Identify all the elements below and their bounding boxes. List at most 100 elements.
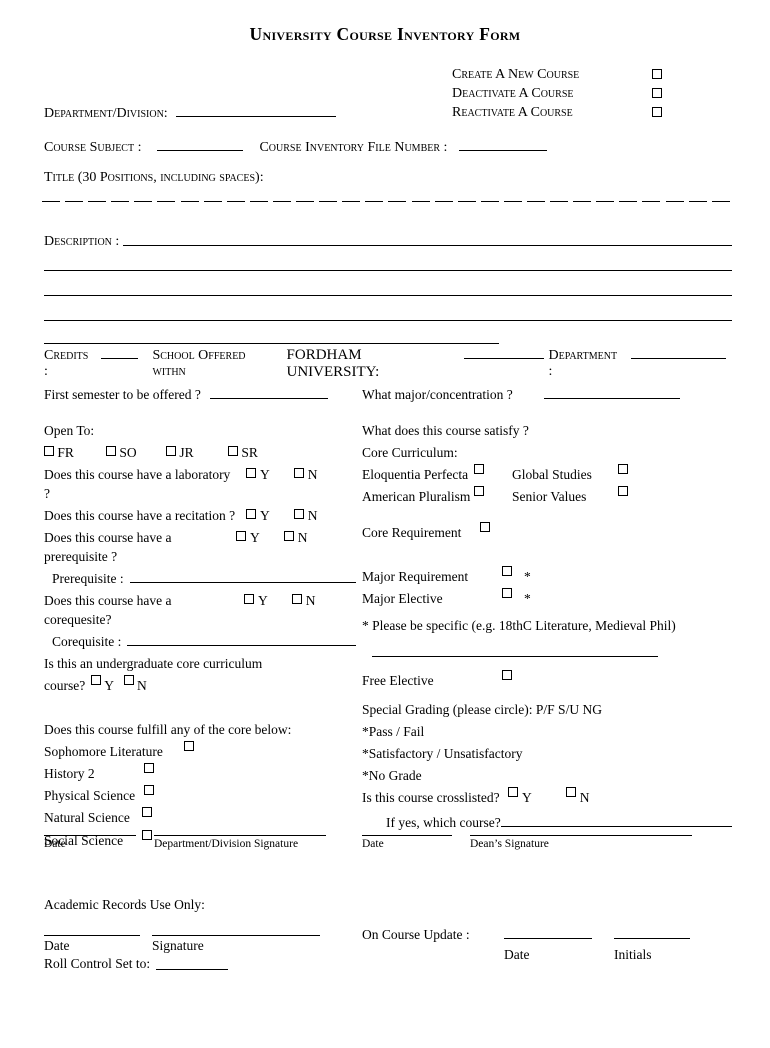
title-dash[interactable] bbox=[42, 200, 60, 202]
title-dash[interactable] bbox=[272, 200, 291, 202]
title-dash[interactable] bbox=[365, 200, 384, 202]
date-left-line[interactable] bbox=[44, 835, 136, 836]
checkbox-create-new-course[interactable] bbox=[652, 68, 662, 79]
checkbox-prerequisite-yes[interactable] bbox=[236, 531, 246, 541]
checkbox-undergrad-core-no[interactable] bbox=[123, 675, 134, 685]
title-dash[interactable] bbox=[65, 200, 84, 202]
title-dash[interactable] bbox=[550, 200, 569, 202]
academic-date-line[interactable] bbox=[44, 935, 140, 936]
checkbox-recitation-no[interactable] bbox=[293, 509, 304, 519]
laboratory-no[interactable]: N bbox=[284, 465, 318, 503]
open-to-sr[interactable]: SR bbox=[228, 443, 258, 462]
checkbox-core-requirement[interactable] bbox=[480, 522, 490, 532]
title-positions-boxes[interactable] bbox=[42, 200, 730, 202]
title-dash[interactable] bbox=[249, 200, 268, 202]
title-dash[interactable] bbox=[434, 200, 453, 202]
checkbox-free-elective[interactable] bbox=[502, 670, 512, 680]
title-dash[interactable] bbox=[503, 200, 522, 202]
checkbox-fr[interactable] bbox=[44, 446, 54, 456]
action-row-deactivate[interactable]: Deactivate A Course bbox=[452, 84, 712, 103]
description-input-1[interactable] bbox=[123, 225, 732, 246]
department-division-input[interactable] bbox=[175, 103, 336, 117]
action-row-create[interactable]: Create A New Course bbox=[452, 65, 712, 84]
title-dash[interactable] bbox=[642, 200, 661, 202]
corequisite-input[interactable] bbox=[127, 632, 356, 646]
dean-signature-line[interactable] bbox=[470, 835, 692, 836]
corequisite-no[interactable]: N bbox=[282, 591, 316, 629]
checkbox-deactivate-course[interactable] bbox=[652, 87, 662, 98]
description-input-2[interactable] bbox=[44, 246, 732, 271]
checkbox-so[interactable] bbox=[106, 446, 116, 456]
description-input-3[interactable] bbox=[44, 271, 732, 296]
checkbox-senior-values[interactable] bbox=[618, 486, 628, 496]
course-subject-input[interactable] bbox=[157, 137, 244, 151]
title-dash[interactable] bbox=[203, 200, 222, 202]
title-dash[interactable] bbox=[411, 200, 430, 202]
title-dash[interactable] bbox=[296, 200, 315, 202]
checkbox-american-pluralism[interactable] bbox=[474, 486, 484, 496]
checkbox-recitation-yes[interactable] bbox=[246, 509, 256, 519]
course-inventory-file-input[interactable] bbox=[459, 137, 548, 151]
title-dash[interactable] bbox=[388, 200, 407, 202]
first-semester-input[interactable] bbox=[210, 385, 329, 399]
school-input[interactable] bbox=[463, 345, 545, 359]
credits-input[interactable] bbox=[101, 345, 139, 359]
open-to-fr[interactable]: FR bbox=[44, 443, 106, 462]
major-concentration-input[interactable] bbox=[544, 385, 680, 399]
checkbox-prerequisite-no[interactable] bbox=[283, 531, 294, 541]
checkbox-undergrad-core-yes[interactable] bbox=[91, 675, 102, 685]
title-dash[interactable] bbox=[619, 200, 638, 202]
checkbox-sr[interactable] bbox=[228, 446, 238, 456]
title-dash[interactable] bbox=[688, 200, 707, 202]
checkbox-laboratory-no[interactable] bbox=[293, 468, 304, 478]
checkbox-history-2[interactable] bbox=[144, 763, 154, 773]
title-dash[interactable] bbox=[573, 200, 592, 202]
title-dash[interactable] bbox=[180, 200, 199, 202]
checkbox-crosslisted-no[interactable] bbox=[565, 787, 576, 797]
date-right-line[interactable] bbox=[362, 835, 452, 836]
prerequisite-input[interactable] bbox=[129, 569, 356, 583]
checkbox-reactivate-course[interactable] bbox=[652, 106, 662, 117]
description-input-5[interactable] bbox=[44, 321, 499, 344]
checkbox-crosslisted-yes[interactable] bbox=[508, 787, 518, 797]
description-input-4[interactable] bbox=[44, 296, 732, 321]
title-dash[interactable] bbox=[665, 200, 684, 202]
title-dash[interactable] bbox=[526, 200, 545, 202]
title-dash[interactable] bbox=[342, 200, 361, 202]
title-dash[interactable] bbox=[157, 200, 176, 202]
on-course-update-date-input[interactable] bbox=[504, 925, 592, 939]
checkbox-laboratory-yes[interactable] bbox=[246, 468, 256, 478]
corequisite-yes[interactable]: Y bbox=[234, 591, 268, 629]
checkbox-corequisite-yes[interactable] bbox=[244, 594, 254, 604]
recitation-no[interactable]: N bbox=[284, 506, 318, 525]
title-dash[interactable] bbox=[457, 200, 476, 202]
laboratory-yes[interactable]: Y bbox=[236, 465, 270, 503]
open-to-so[interactable]: SO bbox=[106, 443, 166, 462]
prerequisite-yes[interactable]: Y bbox=[236, 528, 260, 566]
checkbox-eloquentia-perfecta[interactable] bbox=[474, 464, 484, 474]
academic-signature-line[interactable] bbox=[152, 935, 320, 936]
specific-note-input[interactable] bbox=[372, 642, 658, 657]
open-to-jr[interactable]: JR bbox=[166, 443, 228, 462]
checkbox-sophomore-literature[interactable] bbox=[184, 741, 194, 751]
checkbox-natural-science[interactable] bbox=[142, 807, 152, 817]
title-dash[interactable] bbox=[134, 200, 153, 202]
checkbox-jr[interactable] bbox=[166, 446, 176, 456]
checkbox-global-studies[interactable] bbox=[618, 464, 628, 474]
title-dash[interactable] bbox=[319, 200, 338, 202]
action-row-reactivate[interactable]: Reactivate A Course bbox=[452, 103, 712, 122]
recitation-yes[interactable]: Y bbox=[236, 506, 270, 525]
roll-control-input[interactable] bbox=[156, 956, 229, 970]
on-course-update-initials-input[interactable] bbox=[614, 925, 690, 939]
title-dash[interactable] bbox=[88, 200, 107, 202]
checkbox-major-elective[interactable] bbox=[502, 588, 512, 598]
title-dash[interactable] bbox=[226, 200, 245, 202]
checkbox-major-requirement[interactable] bbox=[502, 566, 512, 576]
dept-signature-line[interactable] bbox=[154, 835, 326, 836]
title-dash[interactable] bbox=[480, 200, 499, 202]
title-dash[interactable] bbox=[111, 200, 130, 202]
title-dash[interactable] bbox=[711, 200, 730, 202]
checkbox-corequisite-no[interactable] bbox=[291, 594, 302, 604]
title-dash[interactable] bbox=[596, 200, 615, 202]
checkbox-physical-science[interactable] bbox=[144, 785, 154, 795]
